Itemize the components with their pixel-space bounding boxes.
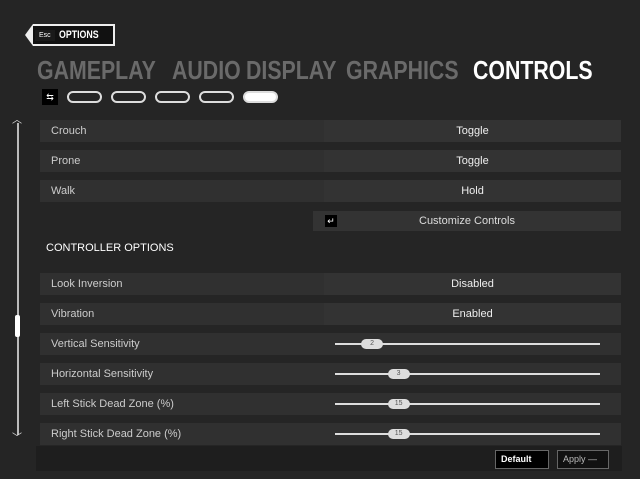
slider-track[interactable]: 15 [335,429,600,439]
scrollbar-thumb[interactable] [15,315,20,337]
setting-label: Vertical Sensitivity [51,338,140,350]
setting-value[interactable]: Toggle [324,120,621,142]
slider-knob[interactable]: 2 [361,339,384,349]
setting-value[interactable]: Hold [324,180,621,202]
subpage-pill[interactable] [199,91,234,103]
chevron-down-icon[interactable]: ﹀ [12,429,22,444]
setting-label: Look Inversion [51,278,123,290]
tab-bar: GAMEPLAY AUDIO DISPLAY GRAPHICS CONTROLS [37,55,597,86]
setting-row-look-inversion[interactable]: Look Inversion Disabled [40,273,621,295]
switch-tab-icon: ⇆ [42,89,58,105]
subpage-indicator: ⇆ [42,89,278,105]
subpage-pill[interactable] [67,91,102,103]
setting-label: Vibration [51,308,95,320]
setting-row-prone[interactable]: Prone Toggle [40,150,621,172]
subpage-pill-active[interactable] [243,91,278,103]
tab-gameplay[interactable]: GAMEPLAY [37,55,156,86]
back-arrow-icon [25,24,33,46]
slider-row: Left Stick Dead Zone (%) 15 [40,393,621,415]
setting-label: Right Stick Dead Zone (%) [51,428,182,440]
subpage-pill[interactable] [111,91,146,103]
setting-label: Left Stick Dead Zone (%) [51,398,174,410]
customize-controls-button[interactable]: ↵ Customize Controls [313,211,621,231]
tab-display[interactable]: DISPLAY [246,55,336,86]
tab-audio[interactable]: AUDIO [172,55,241,86]
setting-label: Prone [51,155,81,167]
slider-track[interactable]: 3 [335,369,600,379]
default-button[interactable]: Default [495,450,549,469]
apply-key-icon: — [588,454,598,464]
customize-controls-label: Customize Controls [419,215,515,227]
setting-value[interactable]: Toggle [324,150,621,172]
section-title: CONTROLLER OPTIONS [46,242,174,254]
scrollbar[interactable]: ︿ ﹀ [12,115,24,445]
enter-key-icon: ↵ [325,215,337,227]
esc-key-badge: Esc [35,29,55,41]
setting-row-crouch[interactable]: Crouch Toggle [40,120,621,142]
setting-value[interactable]: Disabled [324,273,621,295]
slider-row: Horizontal Sensitivity 3 [40,363,621,385]
slider-knob[interactable]: 3 [387,369,410,379]
setting-row-walk[interactable]: Walk Hold [40,180,621,202]
setting-label: Crouch [51,125,87,137]
page-title: OPTIONS [58,29,99,41]
setting-row-vibration[interactable]: Vibration Enabled [40,303,621,325]
slider-knob[interactable]: 15 [387,399,410,409]
apply-label: Apply [563,454,586,464]
slider-row: Right Stick Dead Zone (%) 15 [40,423,621,445]
tab-controls[interactable]: CONTROLS [473,55,593,86]
tab-graphics[interactable]: GRAPHICS [346,55,459,86]
slider-row: Vertical Sensitivity 2 [40,333,621,355]
subpage-pill[interactable] [155,91,190,103]
back-button[interactable]: Esc OPTIONS [25,24,116,46]
setting-label: Horizontal Sensitivity [51,368,154,380]
slider-track[interactable]: 2 [335,339,600,349]
apply-button[interactable]: Apply — [557,450,609,469]
slider-track[interactable]: 15 [335,399,600,409]
setting-value[interactable]: Enabled [324,303,621,325]
setting-label: Walk [51,185,76,197]
slider-knob[interactable]: 15 [387,429,410,439]
